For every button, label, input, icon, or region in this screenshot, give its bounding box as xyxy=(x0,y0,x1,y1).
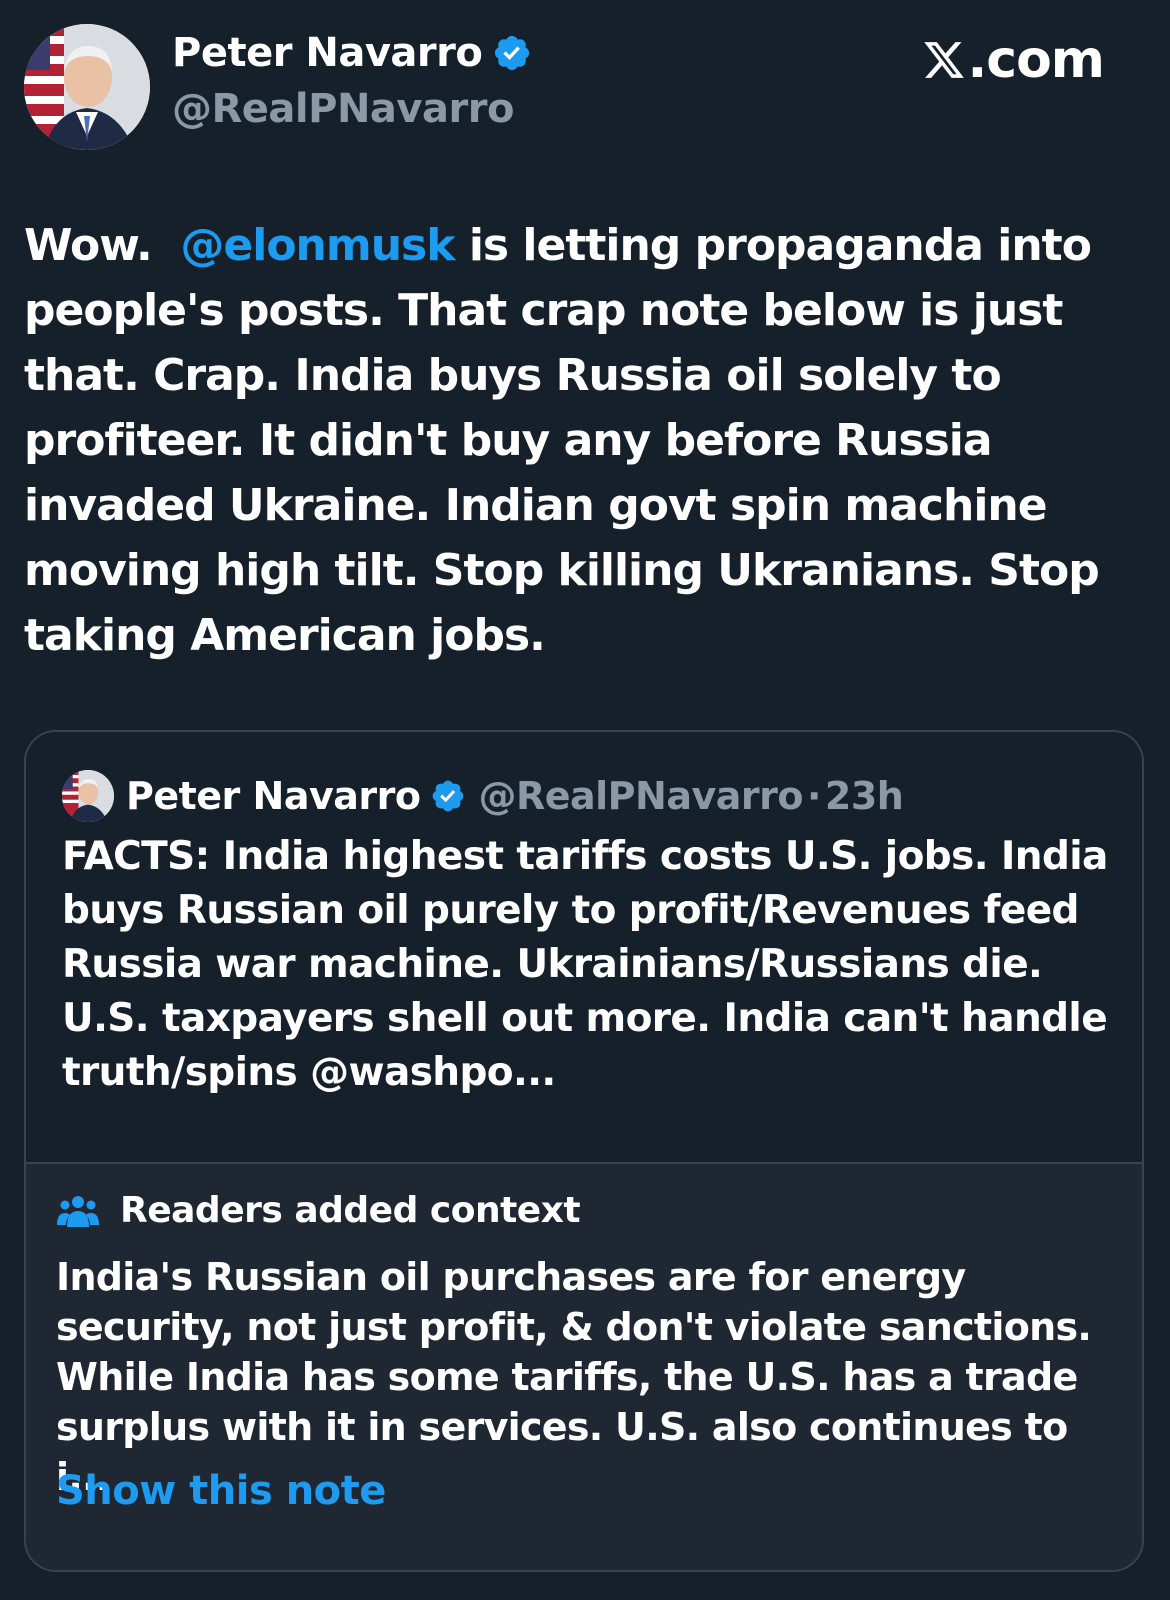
avatar[interactable] xyxy=(24,24,150,150)
quoted-header: Peter Navarro @RealPNavarro · 23h xyxy=(126,770,904,822)
brand-domain: .com xyxy=(967,30,1105,90)
context-header: Readers added context xyxy=(56,1190,581,1231)
author-name-text[interactable]: Peter Navarro xyxy=(172,30,483,76)
quoted-tweet[interactable]: Peter Navarro @RealPNavarro · 23h FACTS:… xyxy=(26,732,1142,1162)
context-text: India's Russian oil purchases are for en… xyxy=(56,1255,1092,1499)
quoted-author-name[interactable]: Peter Navarro xyxy=(126,774,421,818)
verified-badge-icon xyxy=(495,35,530,71)
quoted-separator: · xyxy=(806,774,821,818)
quoted-text: FACTS: India highest tariffs costs U.S. … xyxy=(62,834,1108,1095)
show-note-link[interactable]: Show this note xyxy=(56,1468,386,1514)
quoted-avatar[interactable] xyxy=(62,770,114,822)
people-icon xyxy=(57,1195,99,1227)
x-brand: .com xyxy=(922,30,1105,90)
quoted-author-handle[interactable]: @RealPNavarro xyxy=(478,774,803,818)
quoted-tweet-card[interactable]: Peter Navarro @RealPNavarro · 23h FACTS:… xyxy=(24,730,1144,1572)
quoted-timestamp[interactable]: 23h xyxy=(825,774,904,818)
community-note[interactable]: Readers added context India's Russian oi… xyxy=(26,1164,1142,1570)
verified-badge-icon xyxy=(433,780,464,812)
tweet-text: Wow. @elonmusk is letting propaganda int… xyxy=(24,213,1134,668)
author-handle[interactable]: @RealPNavarro xyxy=(172,86,514,132)
tweet-body: is letting propaganda into people's post… xyxy=(24,220,1100,661)
author-name[interactable]: Peter Navarro xyxy=(172,30,532,76)
mention-link[interactable]: @elonmusk xyxy=(180,220,455,271)
context-title: Readers added context xyxy=(120,1190,581,1231)
x-logo-icon xyxy=(923,42,964,78)
tweet-intro: Wow. xyxy=(24,220,153,271)
